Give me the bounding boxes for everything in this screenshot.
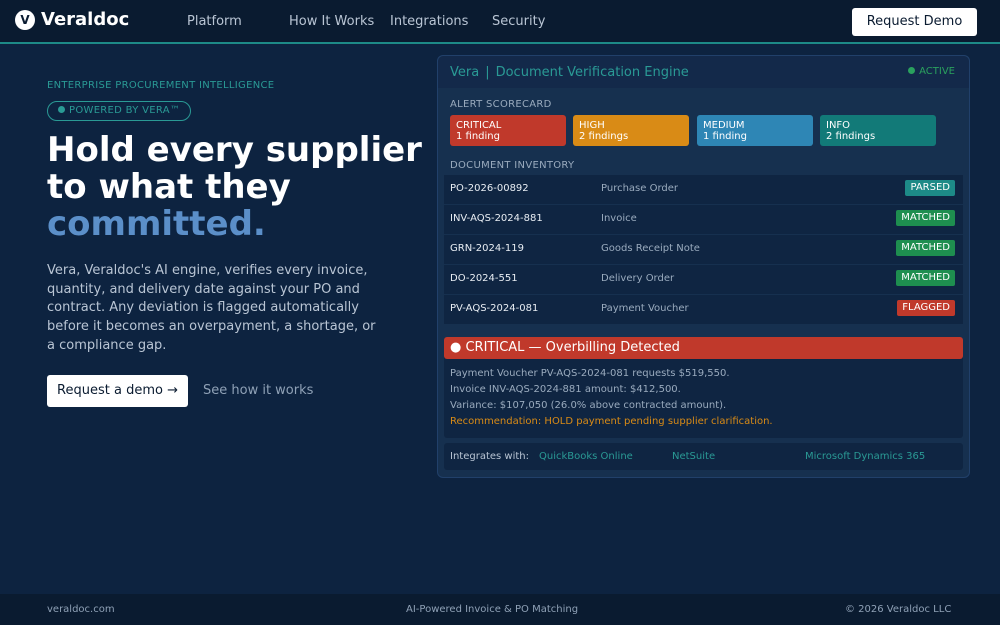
document-id: DO-2024-551: [450, 273, 518, 284]
nav-link-platform[interactable]: Platform: [187, 14, 242, 29]
logo-mark-icon: V: [15, 9, 35, 30]
footer-domain[interactable]: veraldoc.com: [47, 604, 115, 615]
headline-accent: committed.: [47, 204, 266, 244]
top-nav: V Veraldoc Platform How It Works Integra…: [0, 0, 1000, 44]
footer-copyright: © 2026 Veraldoc LLC: [845, 604, 952, 615]
table-row[interactable]: PO-2026-00892 Purchase Order PARSED: [444, 175, 963, 204]
scorecard-count: 2 findings: [579, 131, 629, 142]
scorecard-count: 1 finding: [456, 131, 500, 142]
document-id: INV-AQS-2024-881: [450, 213, 543, 224]
scorecard-count: 2 findings: [826, 131, 876, 142]
scorecard-medium[interactable]: MEDIUM 1 finding: [697, 115, 813, 146]
scorecard-level: MEDIUM: [703, 120, 745, 131]
alert-line: Invoice INV-AQS-2024-881 amount: $412,50…: [450, 384, 681, 395]
dot-icon: [58, 106, 65, 113]
document-type: Purchase Order: [601, 183, 679, 194]
status-badge: MATCHED: [896, 270, 955, 286]
scorecard-level: HIGH: [579, 120, 605, 131]
brand-name: Veraldoc: [41, 9, 130, 30]
status-badge: ACTIVE: [908, 66, 955, 77]
document-type: Goods Receipt Note: [601, 243, 700, 254]
status-badge: MATCHED: [896, 210, 955, 226]
alert-recommendation: Recommendation: HOLD payment pending sup…: [450, 416, 773, 427]
scorecard-critical[interactable]: CRITICAL 1 finding: [450, 115, 566, 146]
nav-link-how-it-works[interactable]: How It Works: [289, 14, 374, 29]
status-label: ACTIVE: [919, 66, 955, 77]
alert-line: Payment Voucher PV-AQS-2024-081 requests…: [450, 368, 730, 379]
nav-link-integrations[interactable]: Integrations: [390, 14, 468, 29]
status-badge: MATCHED: [896, 240, 955, 256]
table-row[interactable]: DO-2024-551 Delivery Order MATCHED: [444, 265, 963, 294]
integration-quickbooks[interactable]: QuickBooks Online: [539, 451, 633, 462]
headline-line-2: to what they: [47, 167, 291, 207]
request-a-demo-button[interactable]: Request a demo →: [47, 375, 188, 407]
see-how-it-works-link[interactable]: See how it works: [203, 383, 313, 398]
inventory-label: DOCUMENT INVENTORY: [450, 160, 575, 171]
panel-title-separator: |: [485, 65, 490, 80]
document-id: PO-2026-00892: [450, 183, 529, 194]
scorecard-high[interactable]: HIGH 2 findings: [573, 115, 689, 146]
document-type: Invoice: [601, 213, 637, 224]
document-id: PV-AQS-2024-081: [450, 303, 539, 314]
headline-line-1: Hold every supplier: [47, 130, 422, 170]
status-dot-icon: [908, 67, 916, 74]
page-footer: veraldoc.com AI-Powered Invoice & PO Mat…: [0, 594, 1000, 625]
panel-header: Vera | Document Verification Engine ACTIVE: [438, 56, 969, 88]
status-badge: PARSED: [905, 180, 955, 196]
document-type: Payment Voucher: [601, 303, 689, 314]
verification-panel: Vera | Document Verification Engine ACTIVE…: [437, 55, 970, 478]
alert-title: ● CRITICAL — Overbilling Detected: [444, 337, 963, 359]
integration-dynamics[interactable]: Microsoft Dynamics 365: [805, 451, 925, 462]
scorecard-level: INFO: [826, 120, 851, 131]
panel-title: Vera | Document Verification Engine: [450, 65, 689, 80]
table-row[interactable]: INV-AQS-2024-881 Invoice MATCHED: [444, 205, 963, 234]
hero-description: Vera, Veraldoc's AI engine, verifies eve…: [47, 263, 376, 353]
table-row[interactable]: GRN-2024-119 Goods Receipt Note MATCHED: [444, 235, 963, 264]
integration-netsuite[interactable]: NetSuite: [672, 451, 715, 462]
scorecard-count: 1 finding: [703, 131, 747, 142]
integrations-bar: Integrates with: QuickBooks Online NetSu…: [444, 443, 963, 470]
pill-label: POWERED BY VERA™: [69, 105, 181, 116]
nav-link-security[interactable]: Security: [492, 14, 545, 29]
scorecard-label: ALERT SCORECARD: [450, 99, 552, 110]
alert-line: Variance: $107,050 (26.0% above contract…: [450, 400, 727, 411]
powered-by-pill: POWERED BY VERA™: [47, 101, 192, 121]
panel-title-sub: Document Verification Engine: [495, 65, 689, 80]
document-inventory: PO-2026-00892 Purchase Order PARSED INV-AQS…: [444, 175, 963, 325]
scorecard-info[interactable]: INFO 2 findings: [820, 115, 936, 146]
status-badge: FLAGGED: [897, 300, 955, 316]
footer-tagline: AI-Powered Invoice & PO Matching: [406, 604, 579, 615]
integrations-label: Integrates with:: [450, 451, 529, 462]
scorecard-level: CRITICAL: [456, 120, 502, 131]
panel-title-name: Vera: [450, 65, 480, 80]
document-id: GRN-2024-119: [450, 243, 524, 254]
request-demo-button[interactable]: Request Demo: [852, 8, 977, 36]
document-type: Delivery Order: [601, 273, 675, 284]
hero-headline: Hold every supplier to what they committ…: [47, 132, 427, 243]
brand-logo[interactable]: V Veraldoc: [15, 9, 129, 30]
hero-eyebrow: ENTERPRISE PROCUREMENT INTELLIGENCE: [47, 80, 275, 91]
table-row[interactable]: PV-AQS-2024-081 Payment Voucher FLAGGED: [444, 295, 963, 324]
critical-alert: ● CRITICAL — Overbilling Detected Paymen…: [444, 337, 963, 438]
